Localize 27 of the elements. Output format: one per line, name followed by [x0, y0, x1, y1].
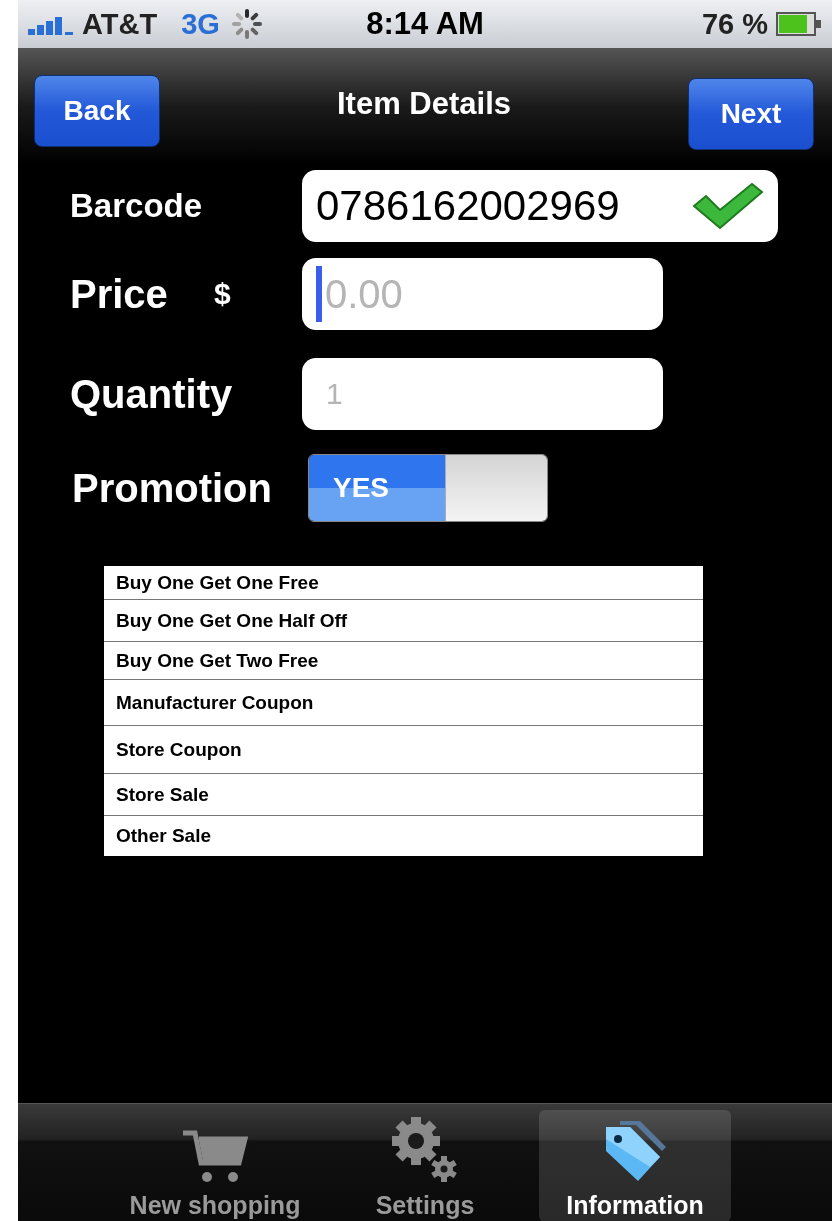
network-type: 3G: [181, 7, 220, 41]
screen-title: Item Details: [337, 86, 511, 122]
promotion-option[interactable]: Buy One Get One Half Off: [104, 600, 703, 642]
promotion-option[interactable]: Manufacturer Coupon: [104, 680, 703, 726]
carrier-name: AT&T: [82, 7, 158, 41]
field-label: Promotion: [71, 465, 273, 511]
tab-bar-item[interactable]: Information: [539, 1110, 731, 1221]
promotion-option[interactable]: Store Coupon: [104, 726, 703, 774]
tab-bar-item[interactable]: Settings: [329, 1110, 521, 1221]
tab-bar-item[interactable]: New shopping: [119, 1110, 311, 1221]
field-label: Price: [69, 271, 169, 317]
promotion-option[interactable]: Other Sale: [104, 816, 703, 856]
promotion-option[interactable]: Buy One Get One Free: [104, 566, 703, 600]
field-label: Quantity: [69, 371, 234, 417]
cart-icon: [181, 1129, 249, 1185]
field-label: Barcode: [69, 187, 204, 225]
activity-spinner-icon: [229, 7, 264, 41]
promotion-option[interactable]: Store Sale: [104, 774, 703, 816]
clock-time: 8:14 AM: [366, 6, 484, 42]
next-button[interactable]: Next: [688, 78, 814, 150]
back-button[interactable]: Back: [34, 75, 160, 147]
battery-percent: 76 %: [701, 7, 768, 41]
currency-symbol: $: [214, 277, 231, 311]
barcode-field[interactable]: 0786162002969: [302, 170, 778, 242]
battery-icon: [776, 12, 822, 36]
promotion-option[interactable]: Buy One Get Two Free: [104, 642, 703, 680]
promotion-switch[interactable]: YES: [308, 454, 548, 522]
